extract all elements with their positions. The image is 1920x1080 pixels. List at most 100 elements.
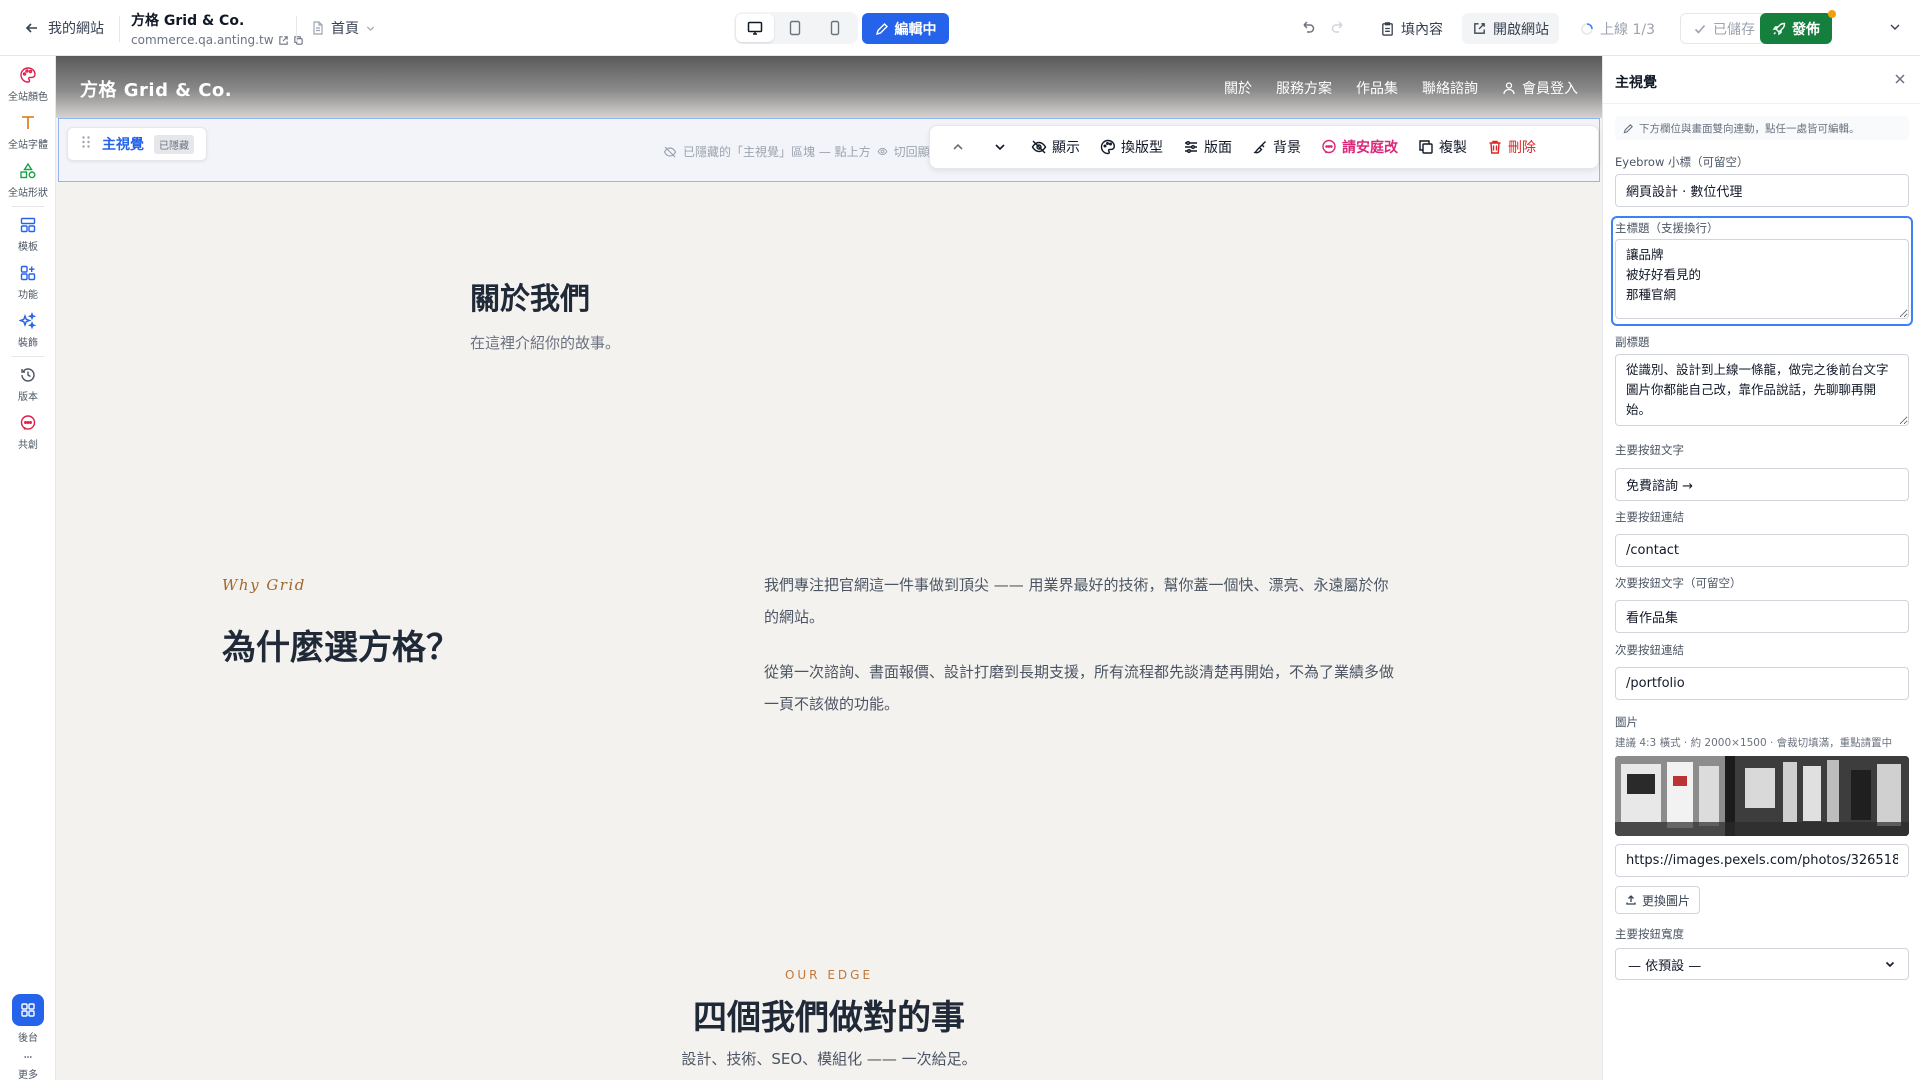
eye-off-icon <box>1031 140 1047 154</box>
eyebrow-field-label: Eyebrow 小標（可留空） <box>1615 155 1749 169</box>
undo-redo <box>1300 19 1346 35</box>
rail-item-shapes[interactable]: 全站形狀 <box>0 162 56 199</box>
drag-handle[interactable] <box>80 135 92 153</box>
nav-login-label: 會員登入 <box>1522 81 1578 97</box>
why-title[interactable]: 為什麼選方格？ <box>222 620 460 669</box>
edge-title[interactable]: 四個我們做對的事 <box>56 990 1602 1039</box>
admin-button[interactable] <box>12 994 44 1026</box>
mobile-view-button[interactable] <box>816 14 854 42</box>
background-label: 背景 <box>1273 140 1301 156</box>
move-down-button[interactable] <box>982 131 1018 163</box>
rocket-icon <box>1772 22 1786 35</box>
move-up-button[interactable] <box>940 131 976 163</box>
eyebrow-field[interactable] <box>1615 174 1909 207</box>
edge-eyebrow[interactable]: OUR EDGE <box>56 968 1602 982</box>
heading-field[interactable]: 讓品牌 被好好看見的 那種官網 <box>1615 239 1909 319</box>
rail-item-fonts[interactable]: 全站字體 <box>0 114 56 151</box>
primary-button-text-field[interactable] <box>1615 468 1909 501</box>
eye-icon <box>877 147 887 156</box>
undo-icon[interactable] <box>1300 19 1316 35</box>
edit-mode-button[interactable]: 編輯中 <box>862 13 949 44</box>
nav-contact[interactable]: 聯絡諮詢 <box>1422 78 1478 98</box>
secondary-button-text-field[interactable] <box>1615 600 1909 633</box>
duplicate-button[interactable]: 複製 <box>1411 131 1474 163</box>
dashboard-icon <box>21 1003 35 1017</box>
rail-item-colors[interactable]: 全站顏色 <box>0 66 56 103</box>
version-indicator[interactable]: 上線 1/3 <box>1580 19 1655 39</box>
nav-portfolio[interactable]: 作品集 <box>1356 78 1398 98</box>
about-title[interactable]: 關於我們 <box>470 274 590 318</box>
rail-label: 全站形狀 <box>8 188 48 199</box>
site-nav: 關於 服務方案 作品集 聯絡諮詢 會員登入 <box>1224 78 1578 98</box>
chat-bubble-icon <box>1322 139 1336 154</box>
hidden-note: 已隱藏的「主視覺」區塊 — 點上方 切回顯 <box>663 143 930 160</box>
image-preview[interactable] <box>1615 756 1909 836</box>
site-logo[interactable]: 方格 Grid & Co. <box>80 76 232 102</box>
rail-item-cocreate[interactable]: 共創 <box>0 414 56 451</box>
saved-button[interactable]: 已儲存 <box>1680 13 1768 44</box>
site-url[interactable]: commerce.qa.anting.tw <box>131 33 274 47</box>
drag-handle-icon <box>82 136 90 148</box>
why-eyebrow[interactable]: Why Grid <box>222 576 306 594</box>
primary-button-text-label: 主要按鈕文字 <box>1615 443 1684 457</box>
hidden-note-tail: 切回顯 <box>893 145 930 159</box>
heading-field-label: 主標題（支援換行） <box>1615 221 1719 235</box>
edge-subtitle[interactable]: 設計、技術、SEO、模組化 —— 一次給足。 <box>56 1048 1602 1069</box>
copy-icon <box>1419 140 1433 154</box>
close-panel-button[interactable] <box>1893 72 1907 90</box>
delete-button[interactable]: 刪除 <box>1480 131 1543 163</box>
back-to-sites-button[interactable]: 我的網站 <box>24 18 104 38</box>
rail-item-templates[interactable]: 模板 <box>0 216 56 253</box>
primary-button-link-field[interactable] <box>1615 534 1909 567</box>
open-site-button[interactable]: 開啟網站 <box>1462 13 1559 44</box>
background-button[interactable]: 背景 <box>1245 131 1308 163</box>
button-width-select[interactable]: — 依預設 — <box>1615 948 1909 980</box>
ask-ting-button[interactable]: 請安庭改 <box>1314 131 1405 163</box>
layout-button[interactable]: 版面 <box>1176 131 1239 163</box>
external-link-icon[interactable] <box>278 35 289 46</box>
duplicate-label: 複製 <box>1439 140 1467 156</box>
more-menu-button[interactable] <box>1888 20 1902 38</box>
rail-item-decorations[interactable]: 裝飾 <box>0 312 56 349</box>
why-p2-line2: 一頁不該做的功能。 <box>764 695 900 713</box>
image-url-field[interactable] <box>1615 844 1909 877</box>
hidden-hero-section[interactable]: 主視覺 已隱藏 已隱藏的「主視覺」區塊 — 點上方 切回顯 顯示 換版型 版面 … <box>58 118 1600 182</box>
replace-image-button[interactable]: 更換圖片 <box>1615 886 1701 914</box>
palette-icon <box>1100 139 1116 155</box>
desktop-view-button[interactable] <box>736 14 774 42</box>
nav-about[interactable]: 關於 <box>1224 78 1252 98</box>
rail-item-versions[interactable]: 版本 <box>0 366 56 403</box>
back-label: 我的網站 <box>48 21 104 37</box>
why-paragraph-1[interactable]: 我們專注把官網這一件事做到頂尖 —— 用業界最好的技術，幫你蓋一個快、漂亮、永遠… <box>764 569 1454 633</box>
more-dots-icon <box>24 1056 32 1058</box>
about-subtitle[interactable]: 在這裡介紹你的故事。 <box>470 332 620 353</box>
button-width-label: 主要按鈕寬度 <box>1615 927 1684 941</box>
rail-item-features[interactable]: 功能 <box>0 264 56 301</box>
chevron-down-icon <box>1885 961 1895 968</box>
tablet-view-button[interactable] <box>776 14 814 42</box>
subheading-field[interactable]: 從識別、設計到上線一條龍，做完之後前台文字圖片你都能自己改，靠作品說話，先聊聊再… <box>1615 354 1909 426</box>
rail-label: 更多 <box>18 1070 38 1080</box>
rail-separator <box>12 356 44 357</box>
fill-content-button[interactable]: 填內容 <box>1370 13 1453 44</box>
redo-icon[interactable] <box>1330 19 1346 35</box>
rail-label: 全站顏色 <box>8 92 48 103</box>
close-icon <box>1895 74 1905 84</box>
secondary-button-link-field[interactable] <box>1615 667 1909 700</box>
page-selector[interactable]: 首頁 <box>311 18 376 38</box>
desktop-icon <box>747 21 763 35</box>
copy-icon[interactable] <box>293 35 304 46</box>
rail-item-more[interactable]: 更多 <box>0 1052 56 1080</box>
template-icon <box>20 217 36 233</box>
nav-services[interactable]: 服務方案 <box>1276 78 1332 98</box>
rail-label: 模板 <box>18 242 38 253</box>
why-paragraph-2[interactable]: 從第一次諮詢、書面報價、設計打磨到長期支援，所有流程都先談清楚再開始，不為了業績… <box>764 656 1454 720</box>
tablet-icon <box>789 20 801 36</box>
nav-login[interactable]: 會員登入 <box>1502 78 1578 98</box>
show-section-button[interactable]: 顯示 <box>1024 131 1087 163</box>
section-chip[interactable]: 主視覺 已隱藏 <box>67 127 207 161</box>
section-name: 主視覺 <box>102 137 144 153</box>
show-label: 顯示 <box>1052 140 1080 156</box>
change-layout-type-button[interactable]: 換版型 <box>1093 131 1170 163</box>
publish-button[interactable]: 發佈 <box>1760 13 1832 44</box>
